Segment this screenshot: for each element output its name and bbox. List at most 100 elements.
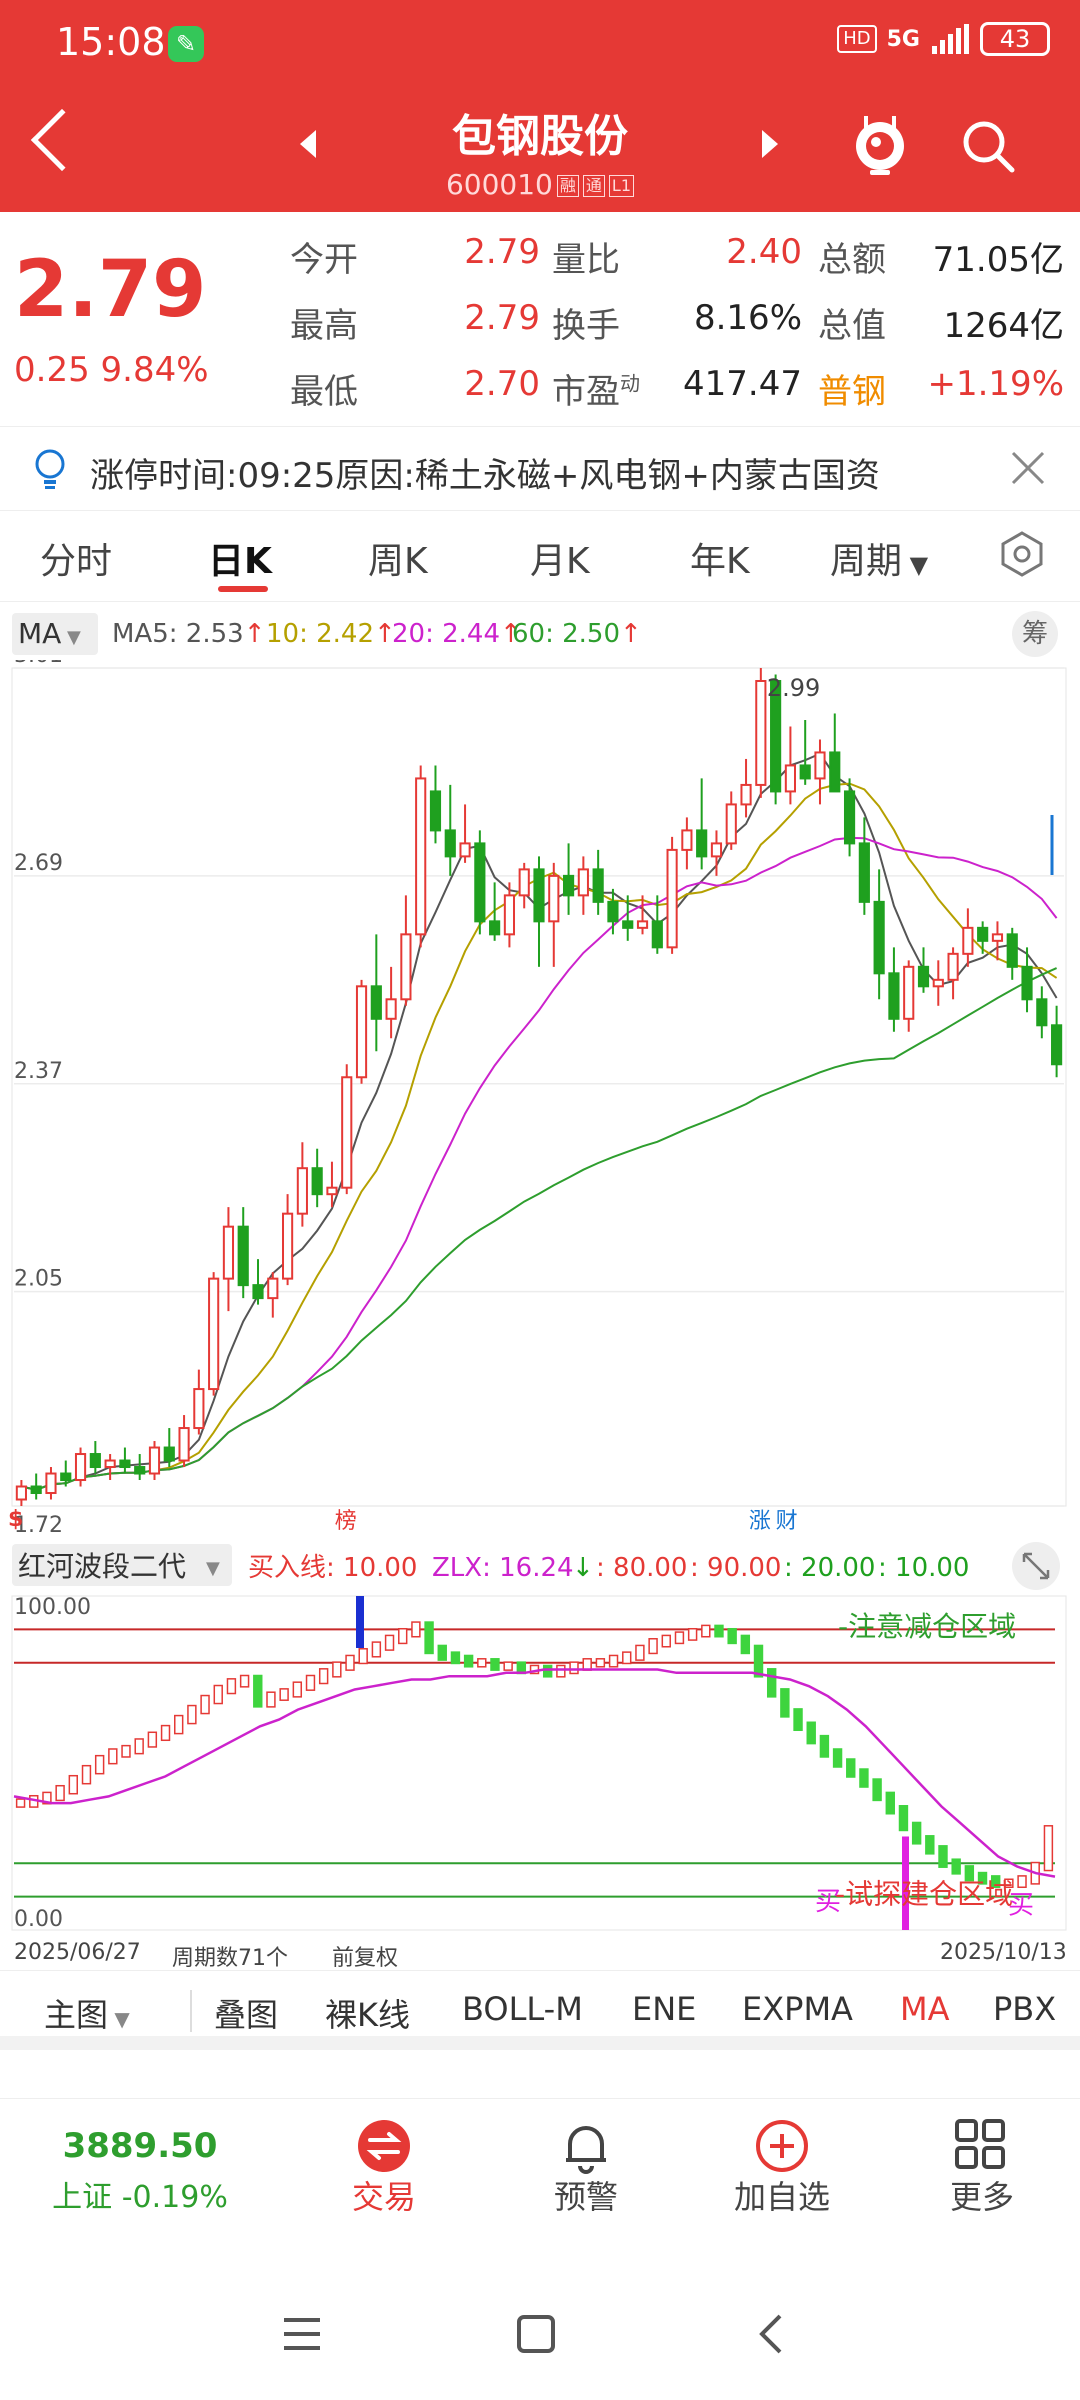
legend-buy-line: 买入线: 10.00	[248, 1553, 417, 1583]
candle-body	[222, 1225, 235, 1280]
oscillator-bar	[305, 1674, 316, 1691]
y-tick-label: 2.69	[14, 851, 63, 876]
candle-body	[74, 1453, 87, 1482]
candle-body	[577, 868, 589, 897]
back-icon[interactable]	[30, 108, 94, 172]
candle-body	[385, 998, 397, 1020]
status-bar: 15:08 ✎ HD 5G 43	[0, 0, 1080, 90]
nav-alert[interactable]: 预警	[506, 2172, 666, 2218]
candle-body	[607, 900, 619, 923]
candle-body	[873, 900, 885, 975]
nav-more[interactable]: 更多	[902, 2172, 1062, 2218]
oscillator-bar	[740, 1634, 751, 1655]
oscillator-bar	[384, 1634, 395, 1651]
ma60-value: 60: 2.50	[512, 619, 620, 649]
legend-level-20: : 20.00	[784, 1553, 875, 1583]
oscillator-bar	[187, 1704, 197, 1725]
dollar-marker: $	[8, 1507, 23, 1532]
toolbar-overlay[interactable]: 叠图	[214, 1990, 278, 2036]
index-value[interactable]: 3889.50	[50, 2126, 230, 2166]
tab-monthly[interactable]: 月K	[530, 532, 590, 584]
nav-add-watchlist[interactable]: 加自选	[702, 2172, 862, 2218]
back-nav-icon[interactable]	[756, 2312, 786, 2356]
ma20-value: 20: 2.44	[392, 619, 500, 649]
tab-weekly[interactable]: 周K	[368, 532, 428, 584]
candle-body	[533, 868, 545, 923]
quote-label-sector[interactable]: 普钢	[818, 364, 886, 413]
oscillator-bar	[753, 1644, 764, 1678]
close-icon[interactable]	[1010, 450, 1046, 486]
oscillator-bar	[872, 1778, 882, 1802]
header-bar: 15:08 ✎ HD 5G 43 包钢股份 600010 融通 L1	[0, 0, 1080, 212]
oscillator-bar	[437, 1644, 447, 1661]
price-adjust[interactable]: 前复权	[332, 1940, 398, 1972]
candle-body	[178, 1427, 190, 1462]
next-stock-icon[interactable]	[762, 130, 778, 158]
zlx-line	[13, 1668, 1056, 1878]
legend-zlx-arrow: ↓	[572, 1553, 594, 1583]
candle-body	[134, 1466, 146, 1475]
candle-body	[696, 829, 708, 858]
toolbar-main[interactable]: 主图 ▼	[44, 1990, 130, 2036]
candle-body	[622, 920, 634, 929]
toolbar-ma[interactable]: MA	[900, 1990, 950, 2028]
candle-body	[474, 842, 486, 923]
tab-daily[interactable]: 日K	[208, 532, 272, 584]
menu-icon[interactable]	[282, 2316, 322, 2352]
mascot-icon[interactable]	[850, 112, 910, 176]
toolbar-boll[interactable]: BOLL-M	[462, 1990, 583, 2028]
grid-more-icon[interactable]	[954, 2118, 1006, 2170]
oscillator-bar	[951, 1858, 961, 1875]
toolbar-ene[interactable]: ENE	[632, 1990, 696, 2028]
oscillator-bar	[253, 1674, 263, 1708]
prev-stock-icon[interactable]	[300, 130, 316, 158]
search-icon[interactable]	[960, 118, 1016, 174]
ma-selector[interactable]: MA ▼	[12, 613, 98, 655]
quote-label-mktcap: 总值	[818, 306, 886, 346]
toolbar-expma[interactable]: EXPMA	[742, 1990, 853, 2028]
main-chart-frame	[11, 667, 1067, 1507]
candle-body	[400, 933, 412, 1001]
toolbar-main-label: 主图	[44, 1996, 109, 2034]
oscillator-bar	[859, 1768, 869, 1788]
candle-body	[932, 978, 944, 988]
indicator-selector-label: 红河波段二代	[18, 1550, 186, 1583]
tag-margin: 融	[556, 175, 579, 197]
add-watchlist-icon[interactable]	[754, 2118, 810, 2174]
toolbar-naked-k[interactable]: 裸K线	[325, 1990, 410, 2036]
quote-label-amount: 总额	[818, 240, 886, 280]
tab-period[interactable]: 周期 ▼	[830, 532, 928, 584]
notice-text: 涨停时间:09:25原因:稀土永磁+风电钢+内蒙古国资	[90, 456, 880, 496]
tab-yearly[interactable]: 年K	[690, 532, 750, 584]
zone-top-label: -注意减仓区域	[838, 1610, 1016, 1643]
candle-body	[119, 1459, 131, 1469]
main-chart-grid: 3.012.692.372.051.72	[11, 660, 1067, 1538]
candle-body	[755, 679, 767, 786]
candle-body	[163, 1446, 175, 1462]
quote-value-open: 2.79	[464, 232, 540, 272]
trade-icon[interactable]	[356, 2118, 412, 2174]
ma10-label: 10: 2.42↑	[266, 619, 396, 649]
quote-value-amount: 71.05亿	[932, 240, 1064, 280]
oscillator-bar	[542, 1664, 553, 1678]
quote-label-pe: 市盈动	[552, 364, 640, 413]
oscillator-bar	[938, 1845, 948, 1868]
settings-hexagon-icon[interactable]	[998, 530, 1046, 578]
candle-body	[237, 1225, 249, 1287]
toolbar-pbx[interactable]: PBX	[993, 1990, 1056, 2028]
home-icon[interactable]	[516, 2314, 556, 2354]
bell-icon[interactable]	[558, 2118, 614, 2174]
top-spike-bar	[356, 1596, 364, 1648]
y-tick-label: 3.01	[14, 660, 63, 668]
oscillator-bar	[226, 1678, 237, 1695]
chip-button[interactable]: 筹	[1012, 611, 1058, 657]
oscillator-bar	[503, 1661, 513, 1671]
nav-trade[interactable]: 交易	[304, 2172, 464, 2218]
quote-value-pe: 417.47	[683, 364, 802, 404]
tab-active-indicator	[218, 586, 268, 592]
ma20-label: 20: 2.44↑	[392, 619, 522, 649]
tab-intraday[interactable]: 分时	[40, 532, 112, 584]
stock-name: 包钢股份	[452, 111, 628, 162]
oscillator-bar	[925, 1835, 935, 1855]
chart-area[interactable]: 3.012.692.372.051.72 2.99榜涨财$ 红河波段二代▼买入线…	[0, 660, 1080, 1970]
